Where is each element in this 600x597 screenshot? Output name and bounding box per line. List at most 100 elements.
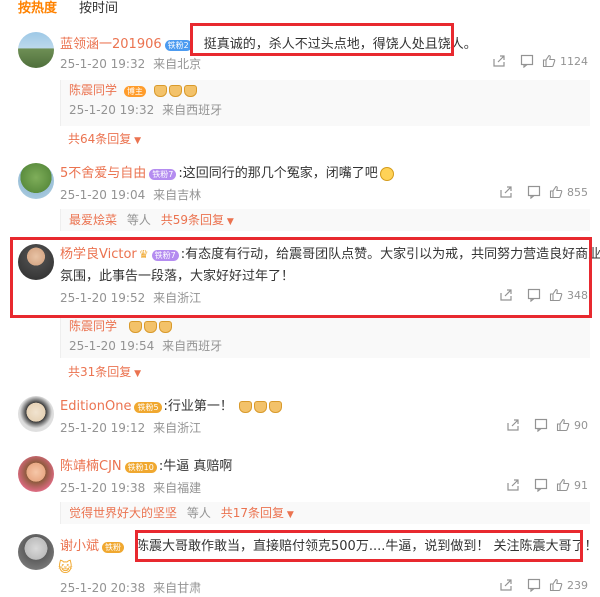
reply-summary: 最爱烩菜 等人 共59条回复 ▼ xyxy=(60,209,590,231)
reply-author[interactable]: 陈震同学 xyxy=(69,319,117,333)
like-count: 1124 xyxy=(560,54,588,68)
avatar[interactable] xyxy=(18,163,54,199)
comment-header: 杨学良Victor ♛ 铁粉7 :有态度有行动，给震哥团队点赞。大家引以为戒，共… xyxy=(60,246,600,264)
chevron-down-icon: ▼ xyxy=(283,510,294,520)
comment-time: 25-1-20 20:38 xyxy=(60,581,146,595)
like-count: 90 xyxy=(574,418,588,432)
reply-box: 陈震同学 博主 25-1-20 19:32 来自西班牙 xyxy=(60,80,590,126)
comment-header: 5不舍爱与自由 铁粉7 :这回同行的那几个冤家，闭嘴了吧 xyxy=(60,165,394,183)
like-icon[interactable] xyxy=(549,578,563,592)
comment-author[interactable]: 5不舍爱与自由 xyxy=(60,165,146,183)
clap-emoji-icon xyxy=(153,84,167,97)
comment-location: 来自吉林 xyxy=(153,188,202,202)
comment-meta: 25-1-20 19:12 来自浙江 xyxy=(60,420,201,436)
more-replies-link[interactable]: 共59条回复 xyxy=(161,213,224,227)
comment-author[interactable]: 谢小斌 xyxy=(60,538,99,556)
comment-text-line2: 氛围，此事告一段落，大家好好过年了！ xyxy=(60,269,295,284)
blogger-badge: 博主 xyxy=(123,86,146,97)
comment-icon[interactable] xyxy=(513,288,541,302)
comment-meta: 25-1-20 19:38 来自福建 xyxy=(60,480,201,496)
comment-actions: 239 xyxy=(485,578,588,592)
like-count: 348 xyxy=(567,288,588,302)
clap-emoji-icon xyxy=(143,320,157,333)
reply-summary-others: 等人 xyxy=(126,213,151,227)
fan-badge: 铁粉7 xyxy=(151,249,179,261)
chevron-down-icon: ▼ xyxy=(223,217,234,227)
smile-emoji-icon xyxy=(379,167,394,181)
comment-text: 陈震大哥敢作敢当，直接赔付领克500万....牛逼，说到做到！ 关注陈震大哥了！ xyxy=(136,539,598,554)
comment-actions: 348 xyxy=(485,288,588,302)
comment-header: 蓝领涵一201906 铁粉2 挺真诚的，杀人不过头点地，得饶人处且饶人。 xyxy=(60,36,477,54)
share-icon[interactable] xyxy=(478,54,506,68)
share-icon[interactable] xyxy=(485,185,513,199)
like-icon[interactable] xyxy=(542,54,556,68)
fan-badge: 铁粉7 xyxy=(149,168,177,180)
share-icon[interactable] xyxy=(492,478,520,492)
thumbs-up-emoji-icon xyxy=(253,401,267,413)
avatar[interactable] xyxy=(18,32,54,68)
comment-author[interactable]: EditionOne xyxy=(60,398,131,416)
share-icon[interactable] xyxy=(485,578,513,592)
comment-time: 25-1-20 19:04 xyxy=(60,188,146,202)
comment-icon[interactable] xyxy=(513,185,541,199)
chevron-down-icon: ▼ xyxy=(131,136,142,146)
avatar[interactable] xyxy=(18,244,54,280)
comment-actions: 1124 xyxy=(478,54,588,68)
comment-text: :牛逼 真赔啊 xyxy=(158,459,233,474)
reply-summary: 觉得世界好大的坚坚 等人 共17条回复 ▼ xyxy=(60,502,590,524)
comment-header: EditionOne 铁粉5 :行业第一！ xyxy=(60,398,282,416)
comment-text: :这回同行的那几个冤家，闭嘴了吧 xyxy=(178,166,378,181)
comment-header: 谢小斌 铁粉 陈震大哥敢作敢当，直接赔付领克500万....牛逼，说到做到！ 关… xyxy=(60,538,598,556)
comment-time: 25-1-20 19:12 xyxy=(60,421,146,435)
more-replies-link[interactable]: 共31条回复 ▼ xyxy=(68,364,141,382)
tab-time[interactable]: 按时间 xyxy=(79,0,118,22)
comment-location: 来自甘肃 xyxy=(153,581,202,595)
like-icon[interactable] xyxy=(549,185,563,199)
clap-emoji-icon xyxy=(158,320,172,333)
comment-icon[interactable] xyxy=(520,418,548,432)
like-count: 91 xyxy=(574,478,588,492)
comment-meta: 25-1-20 20:38 来自甘肃 xyxy=(60,580,201,596)
comment-icon[interactable] xyxy=(506,54,534,68)
avatar[interactable] xyxy=(18,534,54,570)
more-replies-link[interactable]: 共64条回复 ▼ xyxy=(68,131,141,149)
comment-time: 25-1-20 19:52 xyxy=(60,291,146,305)
clap-emoji-icon xyxy=(168,84,182,97)
more-replies-label: 共31条回复 xyxy=(68,365,132,379)
comment-actions: 90 xyxy=(492,418,588,432)
comment-meta: 25-1-20 19:04 来自吉林 xyxy=(60,187,201,203)
comment-author[interactable]: 陈靖楠CJN xyxy=(60,458,122,476)
share-icon[interactable] xyxy=(492,418,520,432)
avatar[interactable] xyxy=(18,396,54,432)
like-count: 239 xyxy=(567,578,588,592)
clap-emoji-icon xyxy=(128,320,142,333)
fan-badge: 铁粉5 xyxy=(134,401,162,413)
fan-badge: 铁粉 xyxy=(102,541,125,553)
comment-meta: 25-1-20 19:32 来自北京 xyxy=(60,56,201,72)
sort-tabs: 按热度 按时间 xyxy=(0,0,118,22)
thumbs-up-emoji-icon xyxy=(268,401,282,413)
comment-location: 来自浙江 xyxy=(153,291,202,305)
chevron-down-icon: ▼ xyxy=(131,369,142,379)
comment-icon[interactable] xyxy=(520,478,548,492)
like-icon[interactable] xyxy=(556,418,570,432)
tab-hot[interactable]: 按热度 xyxy=(18,0,57,22)
comment-text-line1: :有态度有行动，给震哥团队点赞。大家引以为戒，共同努力营造良好商业 xyxy=(180,247,600,262)
reply-author[interactable]: 陈震同学 xyxy=(69,83,117,97)
comment-text: 挺真诚的，杀人不过头点地，得饶人处且饶人。 xyxy=(203,37,477,52)
like-icon[interactable] xyxy=(556,478,570,492)
like-icon[interactable] xyxy=(549,288,563,302)
avatar[interactable] xyxy=(18,456,54,492)
comment-actions: 91 xyxy=(492,478,588,492)
reply-summary-name[interactable]: 觉得世界好大的坚坚 xyxy=(69,506,177,520)
comment-author[interactable]: 蓝领涵一201906 xyxy=(60,36,162,54)
reply-summary-name[interactable]: 最爱烩菜 xyxy=(69,213,117,227)
thumbs-up-emoji-icon xyxy=(238,401,252,413)
comment-author[interactable]: 杨学良Victor xyxy=(60,246,137,264)
comment-icon[interactable] xyxy=(513,578,541,592)
comment-text: :行业第一！ xyxy=(163,399,233,414)
fan-badge: 铁粉10 xyxy=(124,461,157,473)
more-replies-label: 共64条回复 xyxy=(68,132,132,146)
share-icon[interactable] xyxy=(485,288,513,302)
more-replies-link[interactable]: 共17条回复 xyxy=(221,506,284,520)
